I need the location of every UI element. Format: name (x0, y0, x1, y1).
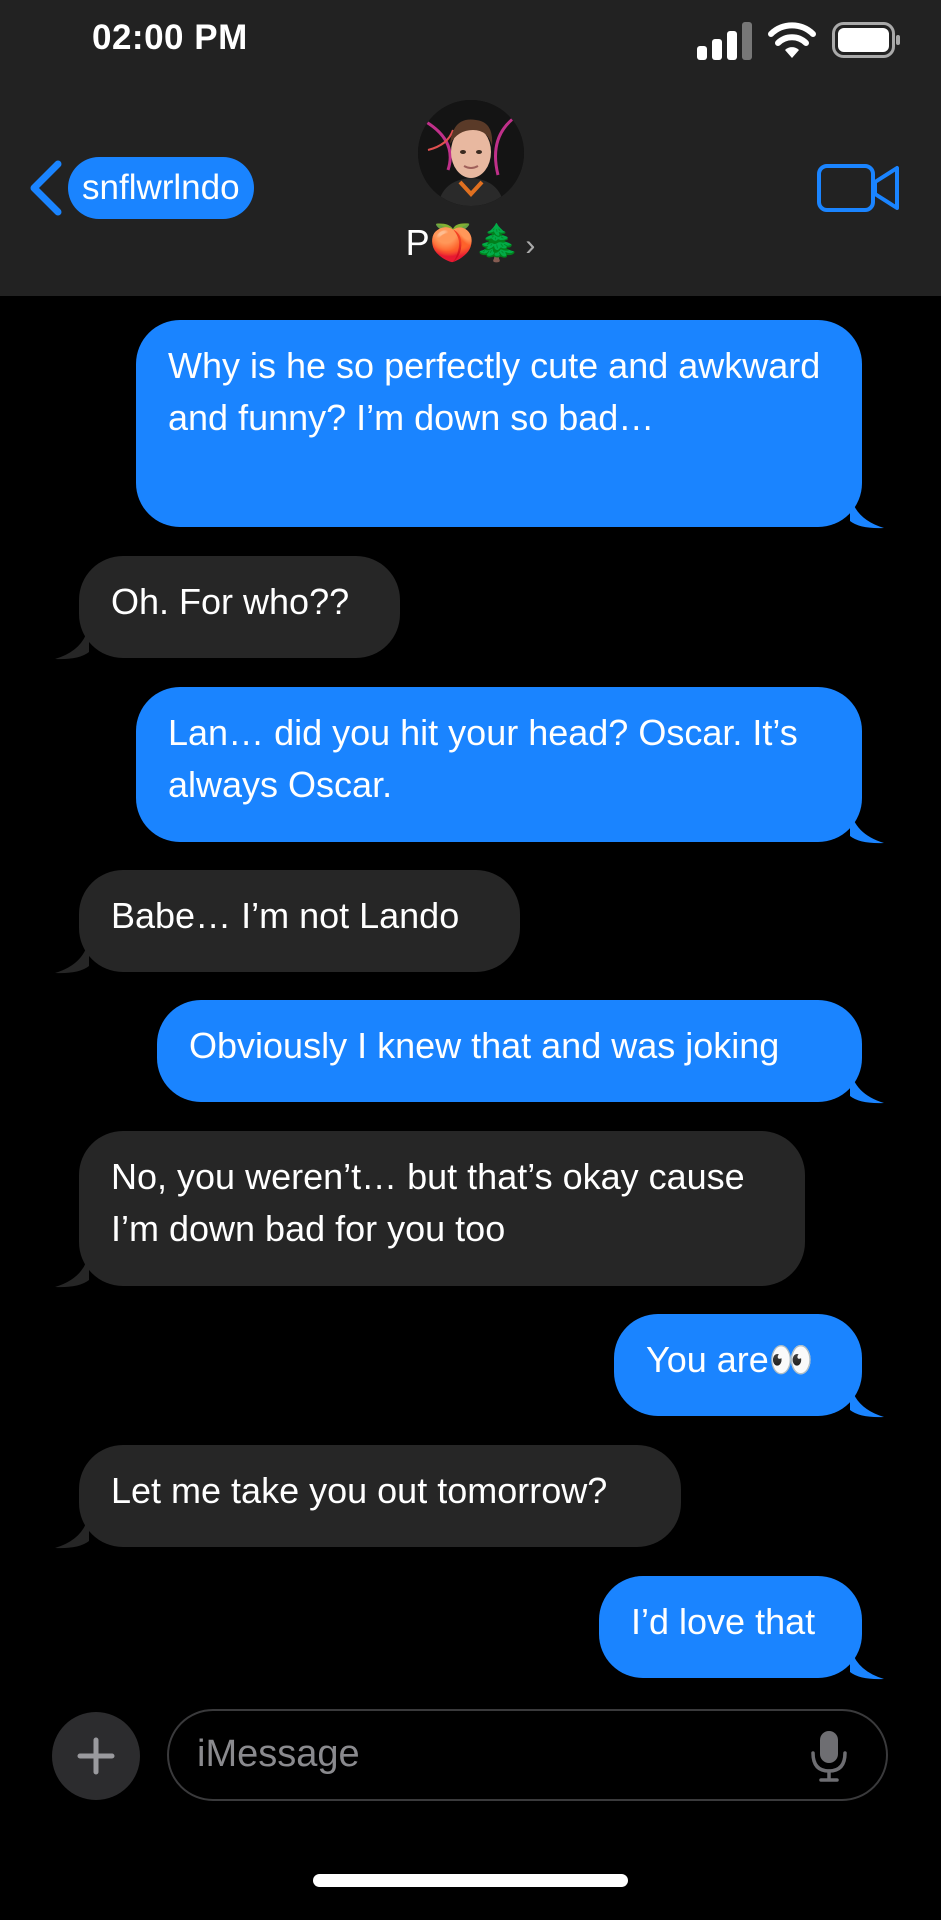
avatar[interactable] (418, 100, 524, 206)
back-label: snflwrlndo (68, 157, 254, 219)
message-bubble-incoming[interactable]: No, you weren’t… but that’s okay cause I… (79, 1131, 805, 1286)
back-button[interactable]: snflwrlndo (28, 157, 254, 219)
wifi-icon (768, 22, 816, 58)
bubble-tail (55, 624, 89, 660)
message-text: I’d love that (631, 1601, 816, 1642)
microphone-icon[interactable] (809, 1729, 849, 1783)
chevron-left-icon (30, 160, 62, 216)
message-bubble-incoming[interactable]: Oh. For who?? (79, 556, 400, 658)
message-input-placeholder: iMessage (197, 1733, 360, 1775)
message-input[interactable]: iMessage (167, 1709, 888, 1801)
bubble-tail (850, 1644, 884, 1680)
contact-name: P🍑🌲 (405, 222, 520, 263)
message-bubble-incoming[interactable]: Babe… I’m not Lando (79, 870, 520, 972)
message-bubble-outgoing[interactable]: Lan… did you hit your head? Oscar. It’s … (136, 687, 862, 842)
message-text: Obviously I knew that and was joking (189, 1025, 780, 1066)
bubble-tail (850, 1382, 884, 1418)
video-camera-icon[interactable] (817, 162, 899, 214)
message-bubble-outgoing[interactable]: Why is he so perfectly cute and awkward … (136, 320, 862, 527)
message-bubble-incoming[interactable]: Let me take you out tomorrow? (79, 1445, 681, 1547)
bubble-tail (55, 1252, 89, 1288)
message-bubble-outgoing[interactable]: Obviously I knew that and was joking (157, 1000, 862, 1102)
conversation-header: snflwrlndo P🍑🌲 › (0, 80, 941, 296)
message-text: Let me take you out tomorrow? (111, 1470, 608, 1511)
battery-icon (832, 22, 900, 58)
message-text: Lan… did you hit your head? Oscar. It’s … (168, 712, 798, 805)
bubble-tail (55, 1513, 89, 1549)
home-indicator (313, 1874, 628, 1887)
message-text: No, you weren’t… but that’s okay cause I… (111, 1156, 745, 1249)
message-text: Babe… I’m not Lando (111, 895, 460, 936)
add-attachment-button[interactable] (52, 1712, 140, 1800)
message-text: Oh. For who?? (111, 581, 350, 622)
contact-name-row[interactable]: P🍑🌲 › (0, 222, 941, 264)
message-bubble-outgoing[interactable]: I’d love that (599, 1576, 862, 1678)
message-text: You are👀 (646, 1339, 814, 1380)
bubble-tail (850, 808, 884, 844)
avatar-photo (418, 100, 524, 206)
status-time: 02:00 PM (92, 18, 248, 57)
message-text: Why is he so perfectly cute and awkward … (168, 345, 821, 438)
chevron-right-icon: › (525, 229, 536, 262)
bubble-tail (850, 493, 884, 529)
status-bar: 02:00 PM (0, 0, 941, 80)
message-bubble-outgoing[interactable]: You are👀 (614, 1314, 862, 1416)
signal-icon (697, 22, 752, 60)
plus-icon (77, 1737, 115, 1775)
bubble-tail (55, 938, 89, 974)
bubble-tail (850, 1068, 884, 1104)
